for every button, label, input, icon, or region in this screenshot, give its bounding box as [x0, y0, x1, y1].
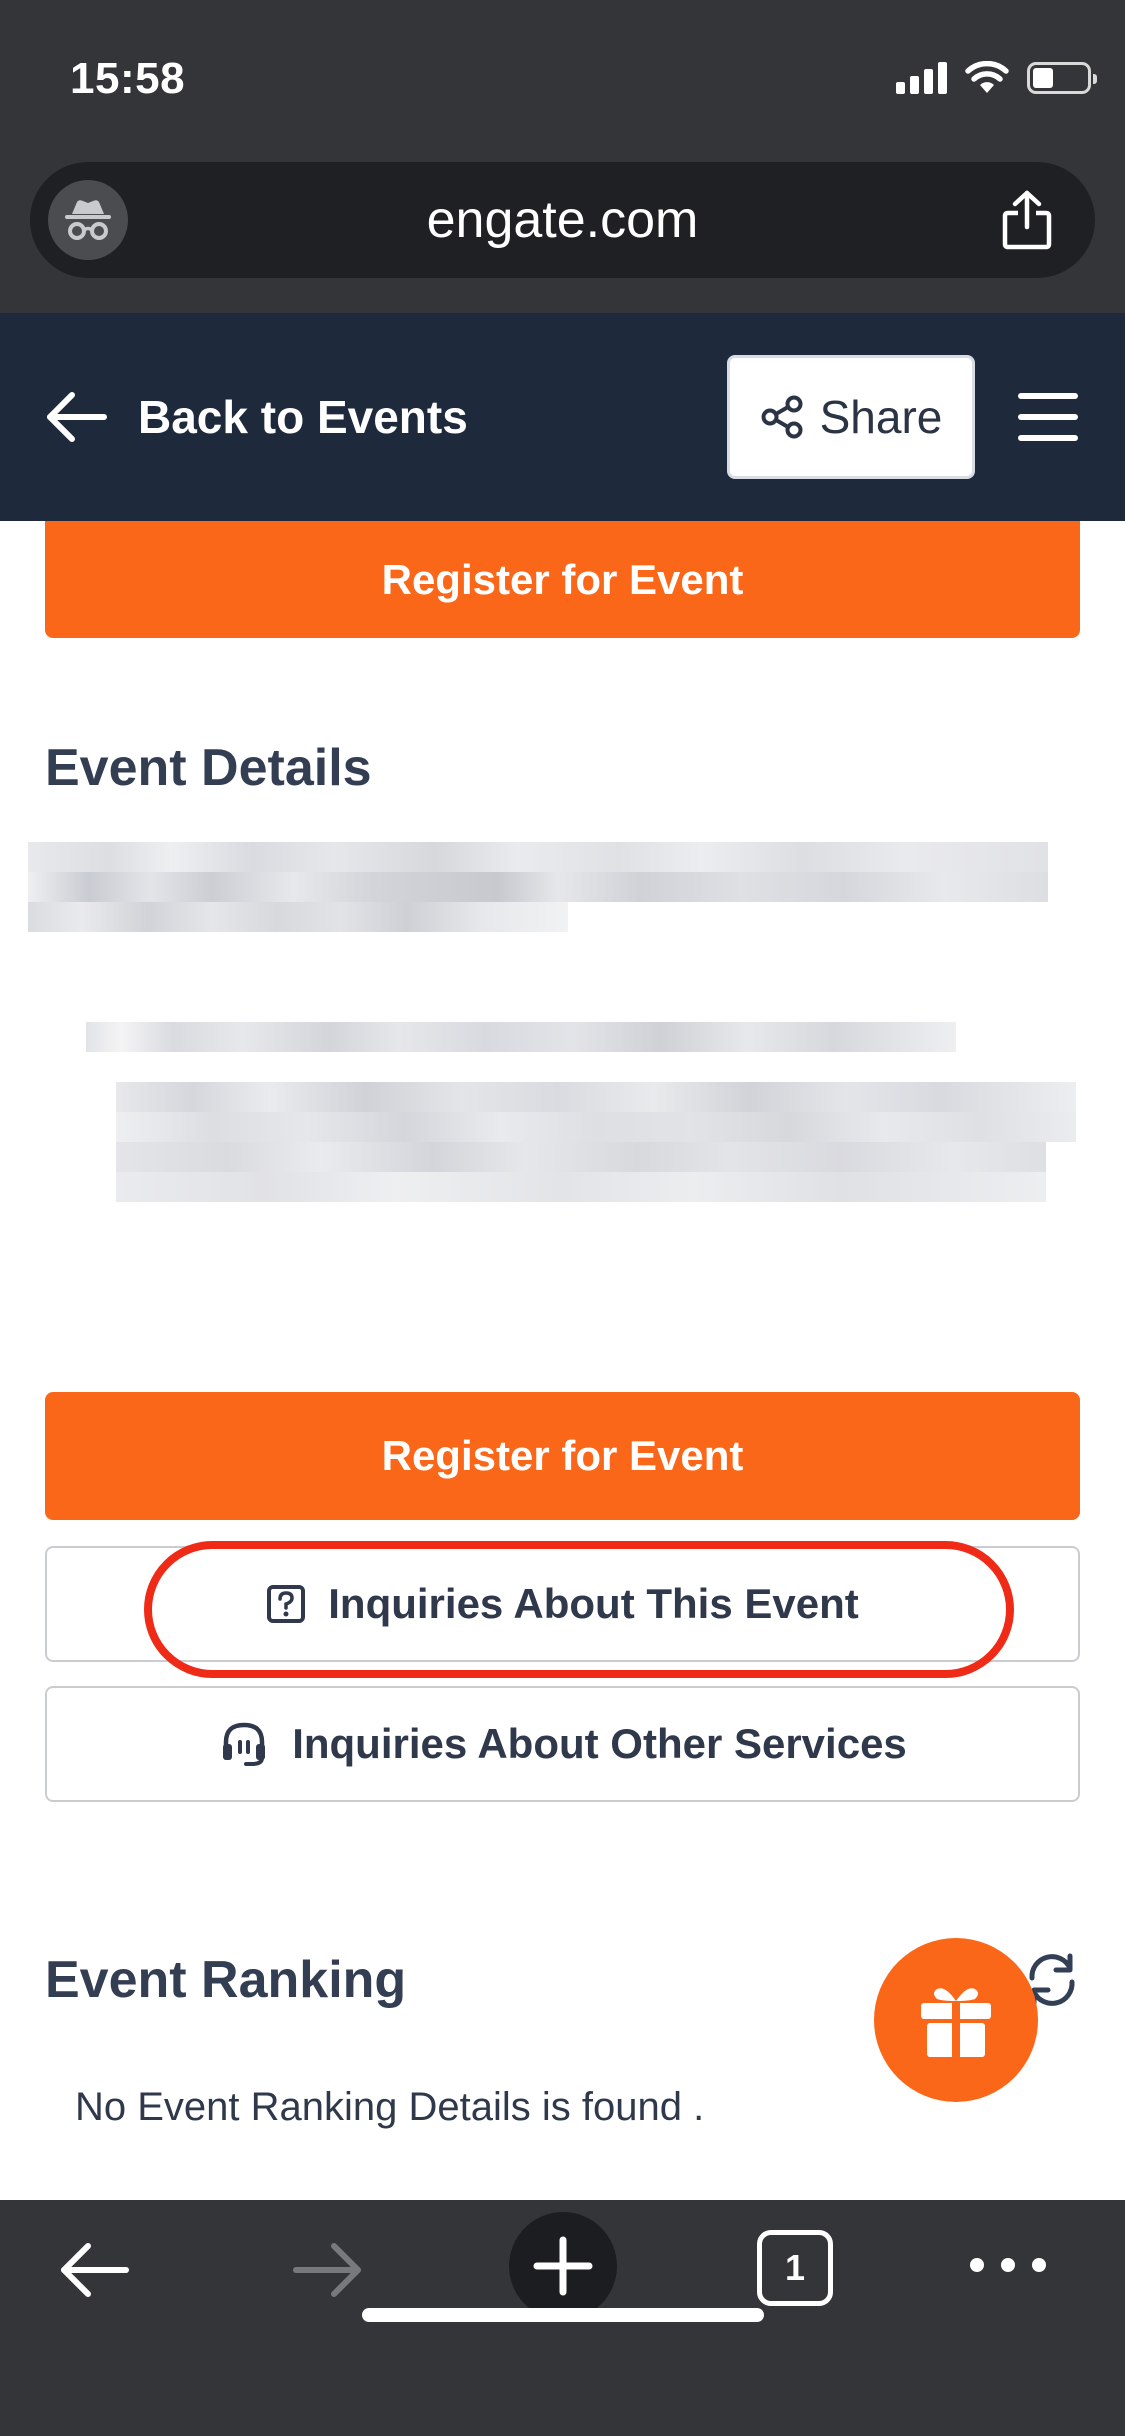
register-button-bottom[interactable]: Register for Event — [45, 1392, 1080, 1520]
new-tab-button[interactable] — [509, 2212, 617, 2320]
wifi-icon — [965, 61, 1009, 93]
status-time: 15:58 — [70, 54, 186, 103]
arrow-right-icon[interactable] — [292, 2238, 364, 2302]
plus-icon — [533, 2236, 593, 2296]
event-details-title: Event Details — [45, 739, 372, 797]
signal-icon — [896, 62, 947, 94]
page-share-button[interactable] — [997, 188, 1057, 252]
gift-button[interactable] — [874, 1938, 1038, 2102]
app-header: Back to Events Share — [0, 313, 1125, 521]
tab-switcher-button[interactable]: 1 — [757, 2230, 833, 2306]
share-label: Share — [819, 391, 943, 443]
back-to-events-link[interactable]: Back to Events — [44, 375, 468, 459]
inquiries-about-this-event-label: Inquiries About This Event — [328, 1580, 859, 1627]
battery-icon — [1027, 62, 1097, 94]
more-dots-icon[interactable] — [970, 2250, 1046, 2280]
inquiries-about-other-services-label: Inquiries About Other Services — [292, 1720, 907, 1767]
headset-icon — [223, 1722, 266, 1766]
browser-back-icon[interactable] — [58, 2238, 130, 2302]
register-button-top[interactable]: Register for Event — [45, 521, 1080, 638]
hamburger-menu-icon[interactable] — [1018, 389, 1078, 445]
redacted-text-block — [86, 1022, 1076, 1202]
home-indicator — [362, 2308, 764, 2322]
question-box-icon — [267, 1585, 306, 1623]
address-bar[interactable]: engate.com — [30, 162, 1095, 278]
share-upload-icon — [1002, 190, 1052, 250]
redacted-text-block — [28, 842, 1048, 962]
status-icons — [896, 58, 1097, 98]
url-text[interactable]: engate.com — [30, 190, 1095, 250]
back-to-events-label: Back to Events — [138, 391, 468, 443]
share-nodes-icon — [761, 395, 803, 439]
arrow-left-icon — [47, 392, 107, 442]
share-button[interactable]: Share — [727, 355, 975, 479]
gift-icon — [921, 1988, 991, 2057]
inquiries-about-this-event-button[interactable]: Inquiries About This Event — [45, 1546, 1080, 1662]
browser-top-bar: 15:58 engate.com — [0, 0, 1125, 313]
event-ranking-title: Event Ranking — [45, 1951, 407, 2009]
no-ranking-message: No Event Ranking Details is found . — [75, 2085, 705, 2129]
browser-bottom-toolbar: 1 — [0, 2200, 1125, 2436]
inquiries-about-other-services-button[interactable]: Inquiries About Other Services — [45, 1686, 1080, 1802]
